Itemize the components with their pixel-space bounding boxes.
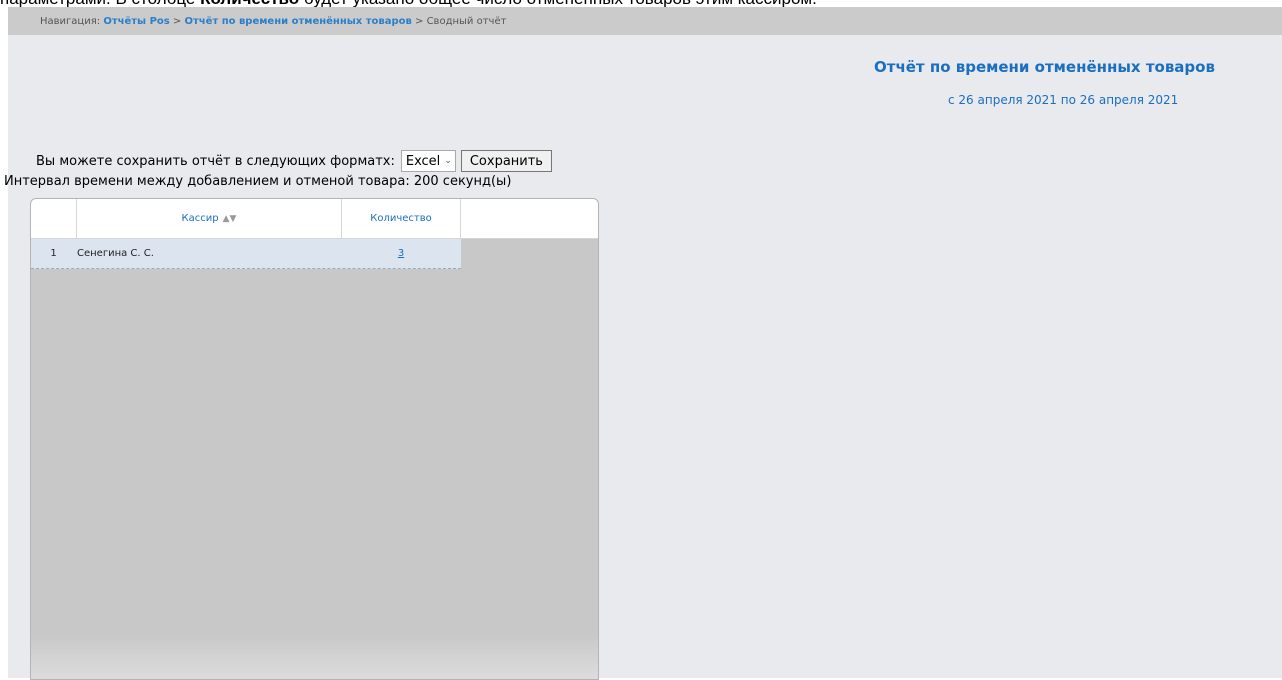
column-header-quantity-label: Количество xyxy=(370,213,432,224)
report-title: Отчёт по времени отменённых товаров xyxy=(874,58,1215,76)
breadcrumb-link-canceled-items-report[interactable]: Отчёт по времени отменённых товаров xyxy=(185,16,412,27)
navigation-bar: Навигация: Отчёты Pos > Отчёт по времени… xyxy=(8,7,1282,35)
report-window: Навигация: Отчёты Pos > Отчёт по времени… xyxy=(4,7,1282,680)
save-formats-row: Вы можете сохранить отчёт в следующих фо… xyxy=(36,150,552,172)
column-header-quantity[interactable]: Количество xyxy=(342,199,461,238)
cell-cashier: Сенегина С. С. xyxy=(77,248,154,259)
column-header-index xyxy=(31,199,77,238)
format-select[interactable]: Excel ⌄ xyxy=(400,150,456,172)
cell-quantity: 3 xyxy=(342,239,460,268)
table-footer-gradient xyxy=(31,634,598,679)
report-table: Кассир ▲▼ Количество 1 Сенегина С. С. 3 xyxy=(30,198,599,680)
table-header: Кассир ▲▼ Количество xyxy=(31,199,598,239)
sort-arrows-icon[interactable]: ▲▼ xyxy=(223,214,237,224)
column-header-empty xyxy=(461,199,598,238)
save-button[interactable]: Сохранить xyxy=(460,150,552,172)
interval-info: Интервал времени между добавлением и отм… xyxy=(4,174,512,189)
chevron-down-icon: ⌄ xyxy=(444,156,452,166)
breadcrumb-current: Сводный отчёт xyxy=(426,16,507,27)
report-period: с 26 апреля 2021 по 26 апреля 2021 xyxy=(948,93,1179,107)
breadcrumb-link-pos-reports[interactable]: Отчёты Pos xyxy=(103,16,169,27)
breadcrumb-label: Навигация: xyxy=(40,16,101,27)
quantity-link[interactable]: 3 xyxy=(398,248,404,259)
table-row[interactable]: 1 Сенегина С. С. 3 xyxy=(31,239,461,269)
breadcrumb-separator: > xyxy=(172,16,182,27)
row-index: 1 xyxy=(50,248,57,259)
format-select-value: Excel xyxy=(405,153,441,169)
breadcrumb: Навигация: Отчёты Pos > Отчёт по времени… xyxy=(40,16,506,27)
save-formats-label: Вы можете сохранить отчёт в следующих фо… xyxy=(36,153,395,169)
column-header-cashier[interactable]: Кассир ▲▼ xyxy=(77,199,342,238)
breadcrumb-separator: > xyxy=(415,16,424,27)
column-header-cashier-label: Кассир xyxy=(181,213,219,224)
